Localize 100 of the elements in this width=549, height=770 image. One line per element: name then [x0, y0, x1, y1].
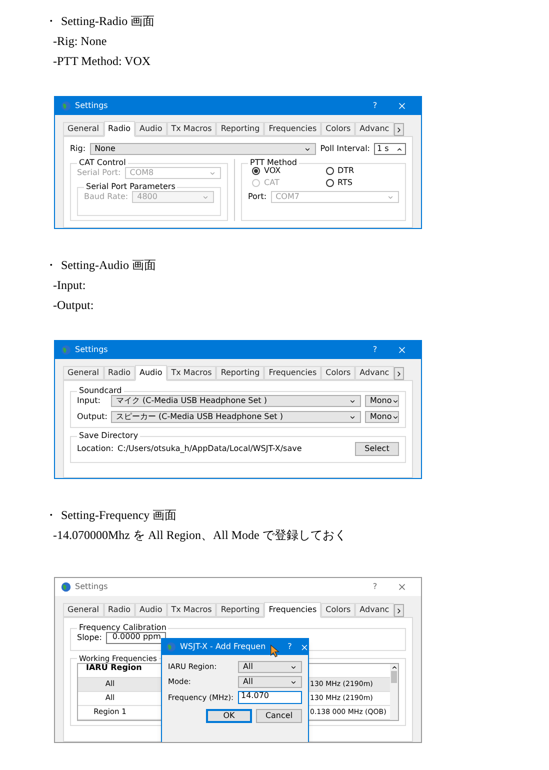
- tab[interactable]: Reporting: [216, 603, 264, 617]
- field-label: Output:: [77, 413, 107, 421]
- bullet: ・: [45, 507, 57, 524]
- bullet: ・: [45, 257, 57, 274]
- tab[interactable]: Reporting: [216, 122, 264, 136]
- channel-dropdown[interactable]: Mono: [365, 411, 399, 423]
- dropdown-icon: [290, 678, 297, 686]
- section-heading: Setting-Radio 画面: [61, 13, 155, 30]
- note-text: -Input:: [52, 277, 87, 294]
- bullet: ・: [45, 13, 57, 30]
- help-button[interactable]: ?: [288, 643, 292, 651]
- channel-dropdown[interactable]: Mono: [365, 395, 399, 407]
- close-icon[interactable]: [300, 642, 309, 652]
- scrollbar[interactable]: [390, 664, 398, 720]
- group-title: Frequency Calibration: [78, 624, 168, 632]
- tab[interactable]: Tx Macros: [166, 366, 216, 380]
- app-icon: [61, 582, 71, 592]
- tab[interactable]: Frequencies: [264, 602, 322, 618]
- note-text: -Rig: None: [52, 33, 108, 50]
- section-heading: Setting-Frequency 画面: [61, 507, 177, 524]
- tab[interactable]: Radio: [104, 603, 136, 617]
- tab[interactable]: General: [63, 122, 104, 136]
- radio-button[interactable]: [326, 179, 334, 187]
- field-label: Baud Rate:: [84, 193, 128, 201]
- field-label: Location:: [77, 445, 114, 453]
- help-button[interactable]: ?: [365, 583, 385, 591]
- tab[interactable]: Tx Macros: [166, 122, 216, 136]
- group-title: Save Directory: [78, 432, 140, 440]
- tab[interactable]: General: [63, 603, 104, 617]
- field-label: Input:: [77, 397, 102, 405]
- tab[interactable]: Audio: [135, 365, 167, 381]
- window-title: Settings: [75, 346, 108, 354]
- tab[interactable]: Radio: [104, 366, 136, 380]
- tab[interactable]: Audio: [135, 122, 167, 136]
- dialog-dropdown[interactable]: All: [238, 661, 302, 673]
- tab-scroll-button[interactable]: [394, 367, 404, 380]
- tab-scroll-button[interactable]: [394, 123, 404, 136]
- tab[interactable]: Tx Macros: [166, 603, 216, 617]
- close-icon[interactable]: [397, 582, 407, 592]
- tab[interactable]: Audio: [135, 603, 167, 617]
- app-icon: [61, 101, 71, 111]
- dialog-button[interactable]: Cancel: [256, 709, 302, 723]
- dialog-dropdown[interactable]: All: [238, 676, 302, 688]
- help-button[interactable]: ?: [365, 346, 385, 354]
- help-button[interactable]: ?: [365, 102, 385, 110]
- group-title: CAT Control: [78, 159, 127, 167]
- app-icon: [166, 642, 176, 652]
- radio-button[interactable]: [326, 167, 334, 175]
- dropdown-icon: [349, 398, 356, 404]
- window-title: Settings: [75, 102, 108, 110]
- tab[interactable]: Reporting: [216, 366, 264, 380]
- dialog-title: WSJT-X - Add Frequen: [180, 643, 266, 651]
- tab[interactable]: Colors: [321, 122, 356, 136]
- dropdown-icon: [349, 414, 356, 420]
- scroll-up-icon: [390, 664, 398, 670]
- tab[interactable]: Advanc: [355, 122, 394, 136]
- group-title: Soundcard: [78, 387, 123, 395]
- window-title: Settings: [75, 583, 108, 591]
- tab[interactable]: Frequencies: [264, 366, 322, 380]
- close-icon[interactable]: [397, 345, 407, 355]
- group-title: Serial Port Parameters: [85, 183, 176, 191]
- radio-label: DTR: [338, 167, 354, 175]
- radio-button[interactable]: [252, 167, 260, 175]
- audio-device-dropdown[interactable]: スピーカー (C-Media USB Headphone Set ): [111, 411, 361, 423]
- group-title: PTT Method: [249, 159, 298, 167]
- frequency-input[interactable]: 14.070: [238, 691, 302, 704]
- tab[interactable]: Radio: [104, 121, 136, 137]
- note-text: -PTT Method: VOX: [52, 53, 152, 70]
- field-label: Rig:: [70, 145, 86, 153]
- dropdown-icon: [202, 194, 209, 200]
- tab[interactable]: Advanc: [355, 603, 394, 617]
- select-button[interactable]: Select: [355, 442, 399, 456]
- scroll-thumb[interactable]: [391, 670, 397, 682]
- cursor-icon: [270, 644, 280, 658]
- radio-label: RTS: [338, 179, 352, 187]
- dialog-button[interactable]: OK: [206, 709, 252, 723]
- tab[interactable]: General: [63, 366, 104, 380]
- field-label: Serial Port:: [77, 169, 121, 177]
- dropdown-icon: [392, 398, 399, 404]
- dropdown-icon: [387, 194, 394, 200]
- close-icon[interactable]: [397, 101, 407, 111]
- field-label: Port:: [248, 193, 267, 201]
- radio-label: CAT: [264, 179, 280, 187]
- location-path: C:/Users/otsuka_h/AppData/Local/WSJT-X/save: [118, 445, 303, 453]
- section-heading: Setting-Audio 画面: [61, 257, 156, 274]
- tab[interactable]: Frequencies: [264, 122, 322, 136]
- poll-interval-spinbox[interactable]: 1 s: [374, 143, 406, 155]
- tab[interactable]: Colors: [321, 366, 356, 380]
- note-text: -Output:: [52, 297, 95, 314]
- tab-scroll-button[interactable]: [394, 604, 404, 617]
- tab[interactable]: Colors: [321, 603, 356, 617]
- dropdown-icon: [392, 414, 399, 420]
- dropdown-icon: [304, 146, 312, 152]
- audio-device-dropdown[interactable]: マイク (C-Media USB Headphone Set ): [111, 395, 361, 407]
- dropdown-icon: [209, 170, 216, 176]
- slope-field[interactable]: 0.0000 ppm: [106, 632, 166, 644]
- tab[interactable]: Advanc: [355, 366, 394, 380]
- rig-dropdown[interactable]: None: [90, 143, 316, 155]
- app-icon: [61, 345, 71, 355]
- note-text: -14.070000Mhz を All Region、All Mode で登録しておく: [52, 527, 348, 544]
